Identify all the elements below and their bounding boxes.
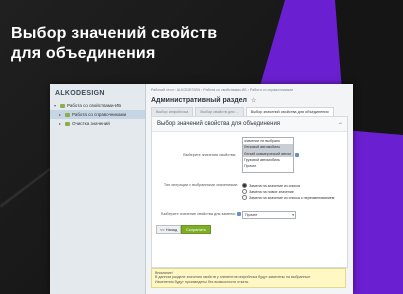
expand-arrow-icon[interactable]: ▸ — [59, 119, 63, 128]
form-panel: Выбор значений свойства для объединения … — [151, 116, 348, 268]
sidebar-item-directories[interactable]: ▸ Работа со справочниками — [50, 110, 145, 119]
values-listbox[interactable]: значение не выбрано Легковой автомобиль … — [242, 137, 294, 173]
admin-window: ALKODESIGN ▾ Работа со свойствами-ИБ ▸ Р… — [50, 84, 353, 294]
save-button[interactable]: Сохранить — [181, 225, 211, 234]
select-value: Прочее — [245, 213, 258, 217]
replace-label: Выберите значение свойства для замены: — [161, 212, 236, 216]
star-icon[interactable]: ☆ — [251, 97, 256, 104]
promo-slide: Выбор значений свойств для объединения A… — [0, 0, 403, 294]
radio-button[interactable] — [242, 189, 247, 194]
page-title: Административный раздел ☆ — [146, 92, 353, 107]
sidebar-item-cleanup[interactable]: ▸ Очистка значений — [50, 119, 145, 128]
operation-label: Тип операции с выбранными значениями: — [163, 183, 238, 187]
tab-select-values[interactable]: Выбор значений свойства для объединения — [245, 107, 334, 116]
tab-bar: Выбор инфоблока Выбор свойств для ... Вы… — [146, 107, 353, 116]
radio-replace-from-list[interactable]: Замена на значение из списка — [242, 183, 300, 188]
breadcrumb[interactable]: Рабочий стол › ALKODESIGN › Работа со св… — [146, 84, 353, 92]
panel-title: Выбор значений свойства для объединения — [157, 121, 281, 127]
slide-headline: Выбор значений свойств для объединения — [11, 25, 218, 62]
radio-button[interactable] — [242, 183, 247, 188]
expand-arrow-icon[interactable]: ▸ — [59, 110, 63, 119]
radio-replace-rename[interactable]: Замена на значение из списка с переимено… — [242, 195, 334, 200]
radio-label: Замена на значение из списка с переимено… — [249, 195, 335, 200]
radio-button[interactable] — [242, 195, 247, 200]
replace-value-select[interactable]: Прочее ▾ — [242, 211, 296, 219]
radio-replace-new[interactable]: Замена на новое значение — [242, 189, 294, 194]
sidebar-item-label: Очистка значений — [72, 121, 110, 126]
sidebar-item-label: Работа со справочниками — [72, 112, 127, 117]
tab-select-iblock[interactable]: Выбор инфоблока — [151, 107, 194, 116]
chevron-down-icon: ▾ — [292, 213, 294, 217]
page-title-text: Административный раздел — [151, 97, 248, 104]
panel-header: Выбор значений свойства для объединения … — [152, 117, 347, 132]
radio-label: Замена на значение из списка — [249, 183, 300, 188]
back-button[interactable]: << Назад — [156, 225, 182, 234]
folder-icon — [65, 112, 70, 117]
radio-label: Замена на новое значение — [249, 189, 294, 194]
listbox-option[interactable]: Легкий коммерческий автом — [243, 150, 293, 157]
warning-notice: Внимание! В данном разделе значения свой… — [151, 268, 346, 288]
folder-icon — [65, 121, 70, 126]
values-label: Выберите значения свойства: — [183, 153, 236, 157]
notice-line: Изменения будут произведены без возможно… — [155, 279, 249, 284]
listbox-option[interactable]: Прочее — [243, 163, 293, 169]
expand-arrow-icon[interactable]: ▾ — [54, 101, 58, 110]
tab-select-properties[interactable]: Выбор свойств для ... — [195, 107, 244, 116]
folder-icon — [60, 103, 65, 108]
main-content: Рабочий стол › ALKODESIGN › Работа со св… — [146, 84, 353, 294]
help-icon[interactable] — [295, 153, 299, 157]
sidebar: ALKODESIGN ▾ Работа со свойствами-ИБ ▸ Р… — [50, 84, 146, 294]
sidebar-logo: ALKODESIGN — [55, 90, 105, 97]
sidebar-item-label: Работа со свойствами-ИБ — [67, 103, 122, 108]
help-icon[interactable] — [237, 212, 241, 216]
collapse-icon[interactable]: − — [338, 121, 342, 127]
sidebar-item-properties[interactable]: ▾ Работа со свойствами-ИБ — [50, 101, 145, 110]
